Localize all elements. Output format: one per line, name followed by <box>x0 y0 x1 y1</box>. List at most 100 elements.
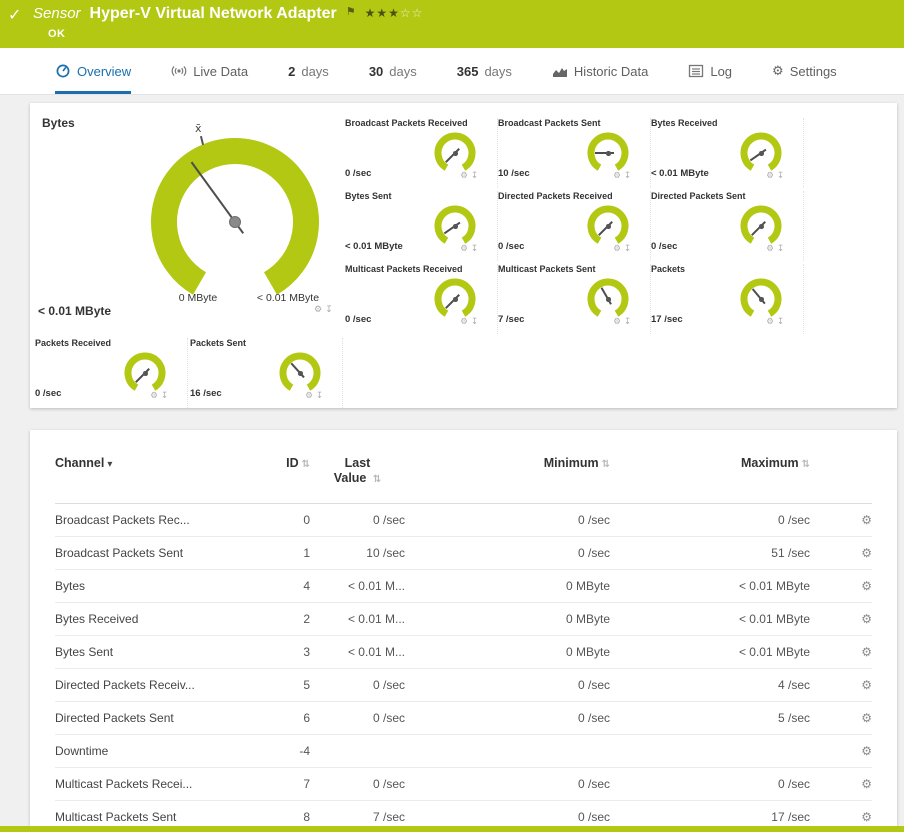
sort-arrows-icon: ⇅ <box>601 459 610 470</box>
gauge-packets[interactable]: Packets 17 /sec ⚙↧ <box>651 264 804 334</box>
tab-historic-data[interactable]: Historic Data <box>552 48 648 94</box>
download-icon[interactable]: ↧ <box>624 171 634 181</box>
download-icon[interactable]: ↧ <box>471 317 481 327</box>
tab-overview[interactable]: Overview <box>55 48 132 94</box>
channel-settings-icon[interactable]: ⚙ <box>861 711 872 725</box>
download-icon[interactable]: ↧ <box>624 317 634 327</box>
channels-table: Channel ▾ ID ⇅ Last Value ⇅ Minimum ⇅ Maxim… <box>55 446 872 826</box>
channel-minimum: 0 /sec <box>405 800 610 826</box>
channel-maximum: 51 /sec <box>610 536 810 570</box>
gauge-value: 0 /sec <box>345 314 372 325</box>
download-icon[interactable]: ↧ <box>161 391 171 401</box>
column-header-id[interactable]: ID ⇅ <box>240 446 310 504</box>
gauge-title: Packets <box>651 264 686 274</box>
tab-label: Settings <box>789 63 837 79</box>
gauge-pivot <box>759 151 764 156</box>
gauge-bytes-sent[interactable]: Bytes Sent < 0.01 MByte ⚙↧ <box>345 191 498 261</box>
gauge-pivot <box>143 371 148 376</box>
tab-label: Live Data <box>193 63 249 79</box>
channel-maximum: 5 /sec <box>610 701 810 735</box>
gauge-packets-sent[interactable]: Packets Sent 16 /sec ⚙↧ <box>190 338 343 408</box>
tab-365-days[interactable]: 365 days <box>457 48 512 94</box>
column-header-maximum[interactable]: Maximum ⇅ <box>610 446 810 504</box>
tab-number: 2 <box>288 63 296 79</box>
channel-maximum <box>610 734 810 768</box>
status-badge: OK <box>48 28 66 40</box>
gear-icon[interactable]: ⚙ <box>766 317 777 327</box>
gauge-title: Directed Packets Received <box>498 191 613 201</box>
gauge-broadcast-packets-sent[interactable]: Broadcast Packets Sent 10 /sec ⚙↧ <box>498 118 651 188</box>
priority-stars[interactable]: ★★★☆☆ <box>365 6 424 20</box>
channel-maximum: < 0.01 MByte <box>610 569 810 603</box>
gear-icon[interactable]: ⚙ <box>305 391 316 401</box>
gauge-packets-received[interactable]: Packets Received 0 /sec ⚙↧ <box>35 338 188 408</box>
column-header-last-value[interactable]: Last Value ⇅ <box>310 446 405 504</box>
gauge-icon <box>56 64 70 78</box>
stars-empty[interactable]: ☆☆ <box>400 6 424 20</box>
tab-30-days[interactable]: 30 days <box>369 48 417 94</box>
channel-last-value: 7 /sec <box>310 800 405 826</box>
tab-number: 365 <box>456 63 479 79</box>
channel-settings-icon[interactable]: ⚙ <box>861 612 872 626</box>
gauges-panel: Bytes x̄ 0 MByte < 0.01 MByte < 0.01 MBy… <box>30 103 897 408</box>
channel-settings-icon[interactable]: ⚙ <box>861 678 872 692</box>
channel-maximum: 0 /sec <box>610 767 810 801</box>
tab-live-data[interactable]: Live Data <box>171 48 248 94</box>
download-icon[interactable]: ↧ <box>624 244 634 254</box>
gauge-broadcast-packets-received[interactable]: Broadcast Packets Received 0 /sec ⚙↧ <box>345 118 498 188</box>
gauge-multicast-packets-sent[interactable]: Multicast Packets Sent 7 /sec ⚙↧ <box>498 264 651 334</box>
tab-label: Log <box>710 63 733 79</box>
gauge-directed-packets-sent[interactable]: Directed Packets Sent 0 /sec ⚙↧ <box>651 191 804 261</box>
channel-name: Bytes Sent <box>55 635 240 669</box>
download-icon[interactable]: ↧ <box>325 305 336 315</box>
download-icon[interactable]: ↧ <box>777 244 787 254</box>
gauge-directed-packets-received[interactable]: Directed Packets Received 0 /sec ⚙↧ <box>498 191 651 261</box>
channel-last-value: 10 /sec <box>310 536 405 570</box>
download-icon[interactable]: ↧ <box>471 171 481 181</box>
gear-icon[interactable]: ⚙ <box>460 317 471 327</box>
channel-last-value: < 0.01 M... <box>310 569 405 603</box>
download-icon[interactable]: ↧ <box>777 171 787 181</box>
stars-filled[interactable]: ★★★ <box>365 6 400 20</box>
gear-icon[interactable]: ⚙ <box>314 305 325 315</box>
gear-icon[interactable]: ⚙ <box>766 171 777 181</box>
column-header-minimum[interactable]: Minimum ⇅ <box>405 446 610 504</box>
channel-id: 1 <box>240 536 310 570</box>
next-section-edge <box>0 826 904 832</box>
table-row: Downtime -4 ⚙ <box>55 734 872 768</box>
gauge-pivot <box>229 216 241 228</box>
channel-settings-icon[interactable]: ⚙ <box>861 777 872 791</box>
gear-icon[interactable]: ⚙ <box>766 244 777 254</box>
area-chart-icon <box>552 68 567 77</box>
gear-icon[interactable]: ⚙ <box>613 244 624 254</box>
gauge-multicast-packets-received[interactable]: Multicast Packets Received 0 /sec ⚙↧ <box>345 264 498 334</box>
gear-icon[interactable]: ⚙ <box>613 171 624 181</box>
gauge-value: < 0.01 MByte <box>651 168 709 179</box>
channel-settings-icon[interactable]: ⚙ <box>861 744 872 758</box>
gear-icon[interactable]: ⚙ <box>613 317 624 327</box>
column-header-channel[interactable]: Channel ▾ <box>55 446 240 504</box>
channel-name: Bytes <box>55 569 240 603</box>
gauge-bytes-main[interactable]: x̄ 0 MByte < 0.01 MByte <box>135 122 335 322</box>
tab-2-days[interactable]: 2 days <box>288 48 329 94</box>
gauge-bytes-received[interactable]: Bytes Received < 0.01 MByte ⚙↧ <box>651 118 804 188</box>
channel-id: 3 <box>240 635 310 669</box>
channel-settings-icon[interactable]: ⚙ <box>861 513 872 527</box>
channel-settings-icon[interactable]: ⚙ <box>861 579 872 593</box>
channel-settings-icon[interactable]: ⚙ <box>861 546 872 560</box>
download-icon[interactable]: ↧ <box>316 391 326 401</box>
channel-settings-icon[interactable]: ⚙ <box>861 645 872 659</box>
download-icon[interactable]: ↧ <box>471 244 481 254</box>
gear-icon[interactable]: ⚙ <box>460 171 471 181</box>
sensor-status-bar: ✓ Sensor Hyper-V Virtual Network Adapter… <box>0 0 904 48</box>
download-icon[interactable]: ↧ <box>777 317 787 327</box>
gauge-min-label: 0 MByte <box>178 292 218 304</box>
flag-icon[interactable]: ⚑ <box>346 5 356 18</box>
gear-icon[interactable]: ⚙ <box>150 391 161 401</box>
channel-settings-icon[interactable]: ⚙ <box>861 810 872 824</box>
tab-settings[interactable]: ⚙ Settings <box>772 48 837 94</box>
gauge-value: 0 /sec <box>651 241 678 252</box>
tab-log[interactable]: Log <box>688 48 732 94</box>
gear-icon[interactable]: ⚙ <box>460 244 471 254</box>
gauge-title: Multicast Packets Received <box>345 264 463 274</box>
